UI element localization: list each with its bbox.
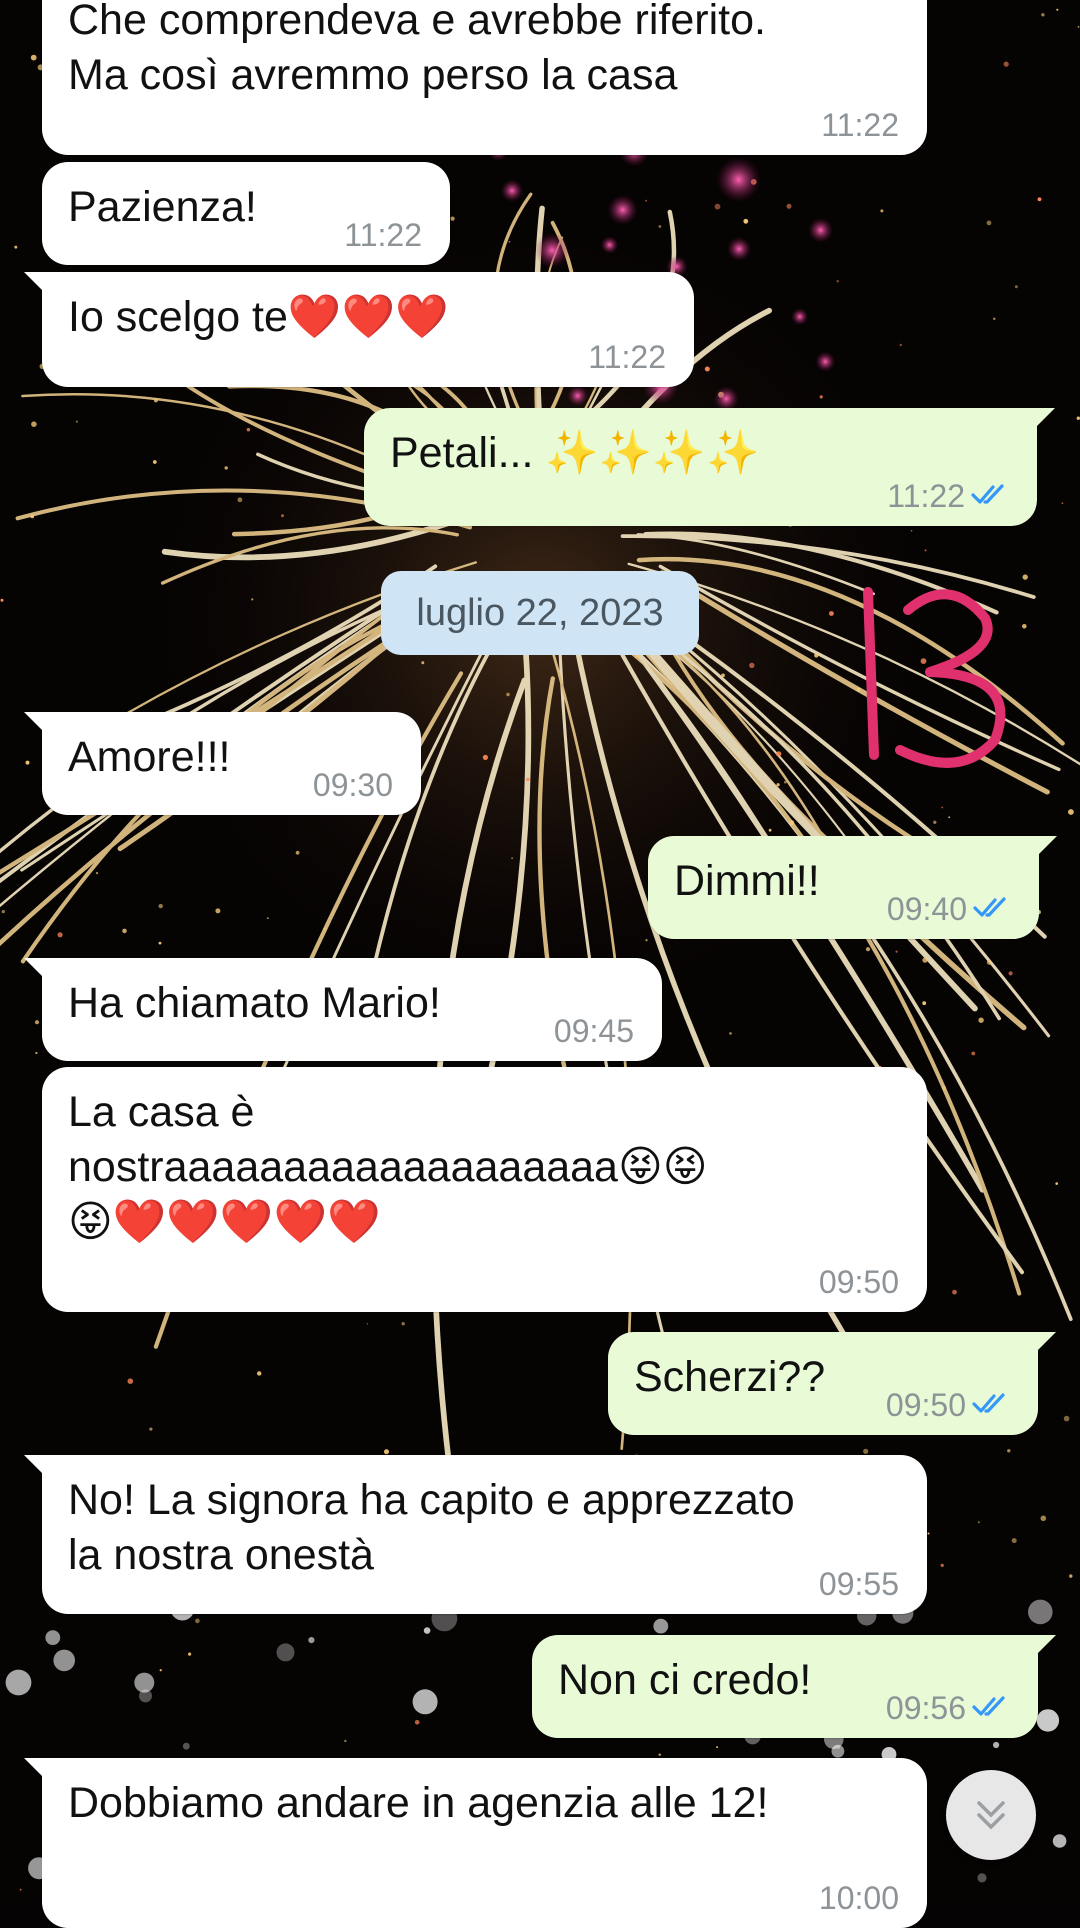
message-timestamp: 09:55 bbox=[818, 1566, 899, 1602]
bubble-tail bbox=[1031, 836, 1057, 862]
message-meta: 09:30 bbox=[313, 767, 393, 803]
incoming-message-bubble[interactable]: Che comprendeva e avrebbe riferito. Ma c… bbox=[42, 0, 927, 155]
message-meta: 09:45 bbox=[554, 1013, 634, 1049]
incoming-message-bubble[interactable]: Amore!!! 09:30 bbox=[24, 712, 421, 815]
incoming-message-bubble[interactable]: Dobbiamo andare in agenzia alle 12! 10:00 bbox=[24, 1758, 927, 1928]
message-timestamp: 09:30 bbox=[312, 767, 393, 803]
handwritten-annotation bbox=[863, 587, 1006, 768]
message-text: Io scelgo te❤️❤️❤️ bbox=[68, 293, 449, 341]
message-meta: 11:22 bbox=[588, 339, 666, 375]
message-text: Ha chiamato Mario! bbox=[68, 979, 441, 1027]
message-timestamp: 11:22 bbox=[887, 478, 965, 514]
message-meta: 09:55 bbox=[819, 1566, 899, 1602]
outgoing-message-bubble[interactable]: Petali... ✨✨✨✨ 11:22 bbox=[364, 408, 1055, 526]
double-check-icon bbox=[971, 478, 1009, 514]
message-text: Petali... ✨✨✨✨ bbox=[390, 429, 760, 477]
incoming-message-bubble[interactable]: No! La signora ha capito e apprezzato la… bbox=[24, 1455, 927, 1614]
message-meta: 09:50 bbox=[886, 1387, 1010, 1423]
message-timestamp: 11:22 bbox=[588, 339, 666, 375]
message-meta: 11:22 bbox=[821, 107, 899, 143]
outgoing-message-bubble[interactable]: Non ci credo! 09:56 bbox=[532, 1635, 1056, 1738]
incoming-message-bubble[interactable]: Ha chiamato Mario! 09:45 bbox=[24, 958, 662, 1061]
message-meta: 09:50 bbox=[819, 1264, 899, 1300]
message-meta: 10:00 bbox=[819, 1880, 899, 1916]
incoming-message-bubble[interactable]: Io scelgo te❤️❤️❤️ 11:22 bbox=[24, 272, 694, 387]
message-text: La casa è nostraaaaaaaaaaaaaaaaaaa😝😝 😝❤️… bbox=[68, 1088, 708, 1246]
outgoing-message-bubble[interactable]: Scherzi?? 09:50 bbox=[608, 1332, 1056, 1435]
message-timestamp: 09:45 bbox=[553, 1013, 634, 1049]
bubble-tail bbox=[1030, 1635, 1056, 1661]
message-timestamp: 09:50 bbox=[885, 1387, 966, 1423]
message-timestamp: 11:22 bbox=[821, 107, 899, 143]
message-meta: 09:56 bbox=[886, 1690, 1010, 1726]
bubble-tail bbox=[24, 1455, 50, 1481]
message-text: Dobbiamo andare in agenzia alle 12! bbox=[68, 1779, 769, 1827]
double-check-icon bbox=[972, 1387, 1010, 1423]
message-timestamp: 09:56 bbox=[885, 1690, 966, 1726]
incoming-message-bubble[interactable]: Pazienza! 11:22 bbox=[42, 162, 450, 265]
message-meta: 11:22 bbox=[344, 217, 422, 253]
outgoing-message-bubble[interactable]: Dimmi!! 09:40 bbox=[648, 836, 1057, 939]
double-check-icon bbox=[972, 1690, 1010, 1726]
bubble-tail bbox=[1030, 1332, 1056, 1358]
message-timestamp: 11:22 bbox=[344, 217, 422, 253]
bubble-tail bbox=[24, 712, 50, 738]
bubble-tail bbox=[1029, 408, 1055, 434]
incoming-message-bubble[interactable]: La casa è nostraaaaaaaaaaaaaaaaaaa😝😝 😝❤️… bbox=[42, 1067, 927, 1312]
message-meta: 09:40 bbox=[887, 891, 1011, 927]
bubble-tail bbox=[24, 958, 50, 984]
message-timestamp: 09:50 bbox=[818, 1264, 899, 1300]
double-check-icon bbox=[973, 891, 1011, 927]
bubble-tail bbox=[24, 1758, 50, 1784]
double-chevron-down-icon bbox=[977, 1801, 1005, 1830]
message-text: Che comprendeva e avrebbe riferito. Ma c… bbox=[68, 0, 766, 99]
bubble-tail bbox=[24, 272, 50, 298]
message-text: No! La signora ha capito e apprezzato la… bbox=[68, 1476, 795, 1579]
message-timestamp: 09:40 bbox=[886, 891, 967, 927]
scroll-to-bottom-button[interactable] bbox=[946, 1770, 1036, 1860]
message-timestamp: 10:00 bbox=[818, 1880, 899, 1916]
date-separator: luglio 22, 2023 bbox=[381, 571, 699, 655]
message-meta: 11:22 bbox=[887, 478, 1009, 514]
